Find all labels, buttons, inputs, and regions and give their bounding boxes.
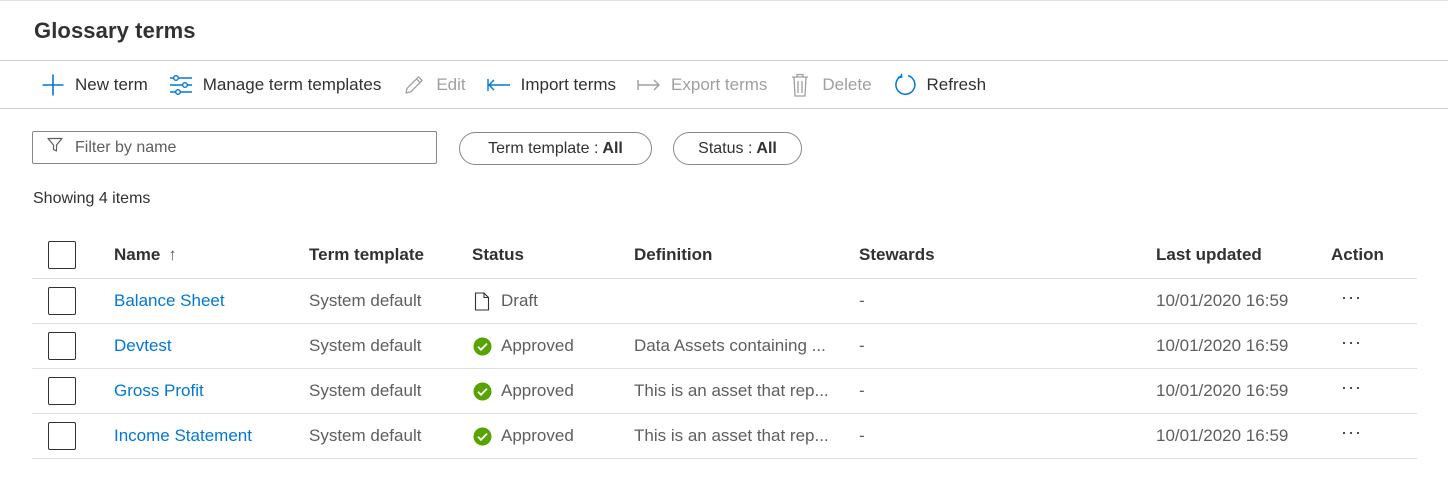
column-header-definition[interactable]: Definition: [634, 232, 854, 278]
last-updated-cell: 10/01/2020 16:59: [1156, 336, 1289, 355]
term-template-filter-label: Term template :: [488, 139, 599, 157]
term-template-cell: System default: [309, 426, 422, 445]
definition-cell: This is an asset that rep...: [634, 381, 829, 400]
row-checkbox[interactable]: [48, 332, 76, 360]
manage-term-templates-button[interactable]: Manage term templates: [168, 61, 382, 108]
term-template-cell: System default: [309, 291, 422, 310]
column-header-last-updated[interactable]: Last updated: [1156, 232, 1326, 278]
trash-icon: [787, 72, 813, 98]
definition-cell: [634, 279, 854, 323]
status-label: Approved: [501, 381, 574, 400]
more-actions-icon[interactable]: ···: [1341, 288, 1362, 306]
table-row[interactable]: Gross Profit System default Approved Thi…: [32, 369, 1417, 414]
check-circle-icon: [472, 336, 492, 356]
status-cell: Approved: [472, 324, 627, 368]
definition-cell: Data Assets containing ...: [634, 336, 826, 355]
sliders-icon: [168, 72, 194, 98]
stewards-cell: -: [859, 336, 865, 355]
top-border: [0, 0, 1448, 1]
export-terms-button[interactable]: Export terms: [636, 61, 767, 108]
status-cell: Draft: [472, 279, 627, 323]
row-checkbox[interactable]: [48, 377, 76, 405]
new-term-button[interactable]: New term: [40, 61, 148, 108]
status-label: Approved: [501, 426, 574, 445]
more-actions-icon[interactable]: ···: [1341, 423, 1362, 441]
refresh-label: Refresh: [926, 74, 987, 94]
check-circle-icon: [472, 426, 492, 446]
status-filter-value: All: [756, 139, 777, 157]
delete-button[interactable]: Delete: [787, 61, 872, 108]
status-filter-label: Status :: [698, 139, 753, 157]
term-name-link[interactable]: Income Statement: [114, 426, 252, 446]
edit-label: Edit: [436, 74, 466, 94]
export-arrow-icon: [636, 72, 662, 98]
filter-funnel-icon: [47, 137, 75, 158]
row-checkbox[interactable]: [48, 287, 76, 315]
column-header-stewards[interactable]: Stewards: [859, 232, 1149, 278]
column-header-term-template[interactable]: Term template: [309, 232, 469, 278]
filter-by-name-field[interactable]: [32, 131, 437, 164]
status-label: Draft: [501, 291, 538, 310]
column-header-action: Action: [1331, 245, 1384, 264]
status-label: Approved: [501, 336, 574, 355]
term-template-cell: System default: [309, 381, 422, 400]
import-terms-button[interactable]: Import terms: [486, 61, 616, 108]
delete-label: Delete: [822, 74, 872, 94]
last-updated-cell: 10/01/2020 16:59: [1156, 426, 1289, 445]
glossary-terms-table: Name ↑ Term template Status Definition S…: [32, 232, 1417, 459]
export-terms-label: Export terms: [671, 74, 768, 94]
term-template-filter[interactable]: Term template : All: [459, 132, 652, 165]
term-name-link[interactable]: Balance Sheet: [114, 291, 225, 311]
stewards-cell: -: [859, 426, 865, 445]
refresh-button[interactable]: Refresh: [892, 61, 987, 108]
refresh-icon: [892, 72, 918, 98]
row-checkbox[interactable]: [48, 422, 76, 450]
term-template-filter-value: All: [602, 139, 623, 157]
edit-button[interactable]: Edit: [401, 61, 466, 108]
check-circle-icon: [472, 381, 492, 401]
last-updated-cell: 10/01/2020 16:59: [1156, 291, 1289, 310]
term-name-link[interactable]: Gross Profit: [114, 381, 204, 401]
more-actions-icon[interactable]: ···: [1341, 378, 1362, 396]
table-row[interactable]: Balance Sheet System default Draft - 10/…: [32, 279, 1417, 324]
document-icon: [472, 291, 492, 311]
status-filter[interactable]: Status : All: [673, 132, 802, 165]
item-count: Showing 4 items: [33, 190, 151, 207]
command-bar: New term Manage term templates Edit Impo…: [0, 61, 1448, 108]
toolbar-divider: [0, 108, 1448, 109]
manage-term-templates-label: Manage term templates: [202, 74, 382, 94]
table-header-row: Name ↑ Term template Status Definition S…: [32, 232, 1417, 279]
status-cell: Approved: [472, 369, 627, 413]
plus-icon: [40, 72, 66, 98]
sort-ascending-icon: ↑: [168, 245, 177, 264]
column-header-name-label: Name: [114, 245, 161, 264]
stewards-cell: -: [859, 381, 865, 400]
import-arrow-icon: [486, 72, 512, 98]
page-title: Glossary terms: [34, 18, 196, 43]
more-actions-icon[interactable]: ···: [1341, 333, 1362, 351]
table-row[interactable]: Devtest System default Approved Data Ass…: [32, 324, 1417, 369]
stewards-cell: -: [859, 291, 865, 310]
column-header-status[interactable]: Status: [472, 232, 627, 278]
import-terms-label: Import terms: [520, 74, 617, 94]
definition-cell: This is an asset that rep...: [634, 426, 829, 445]
status-cell: Approved: [472, 414, 627, 458]
select-all-checkbox[interactable]: [48, 241, 76, 269]
filter-by-name-input[interactable]: [75, 138, 405, 157]
column-header-name[interactable]: Name ↑: [114, 232, 304, 278]
last-updated-cell: 10/01/2020 16:59: [1156, 381, 1289, 400]
pencil-icon: [401, 72, 427, 98]
new-term-label: New term: [75, 74, 148, 94]
term-name-link[interactable]: Devtest: [114, 336, 172, 356]
term-template-cell: System default: [309, 336, 422, 355]
table-row[interactable]: Income Statement System default Approved…: [32, 414, 1417, 459]
